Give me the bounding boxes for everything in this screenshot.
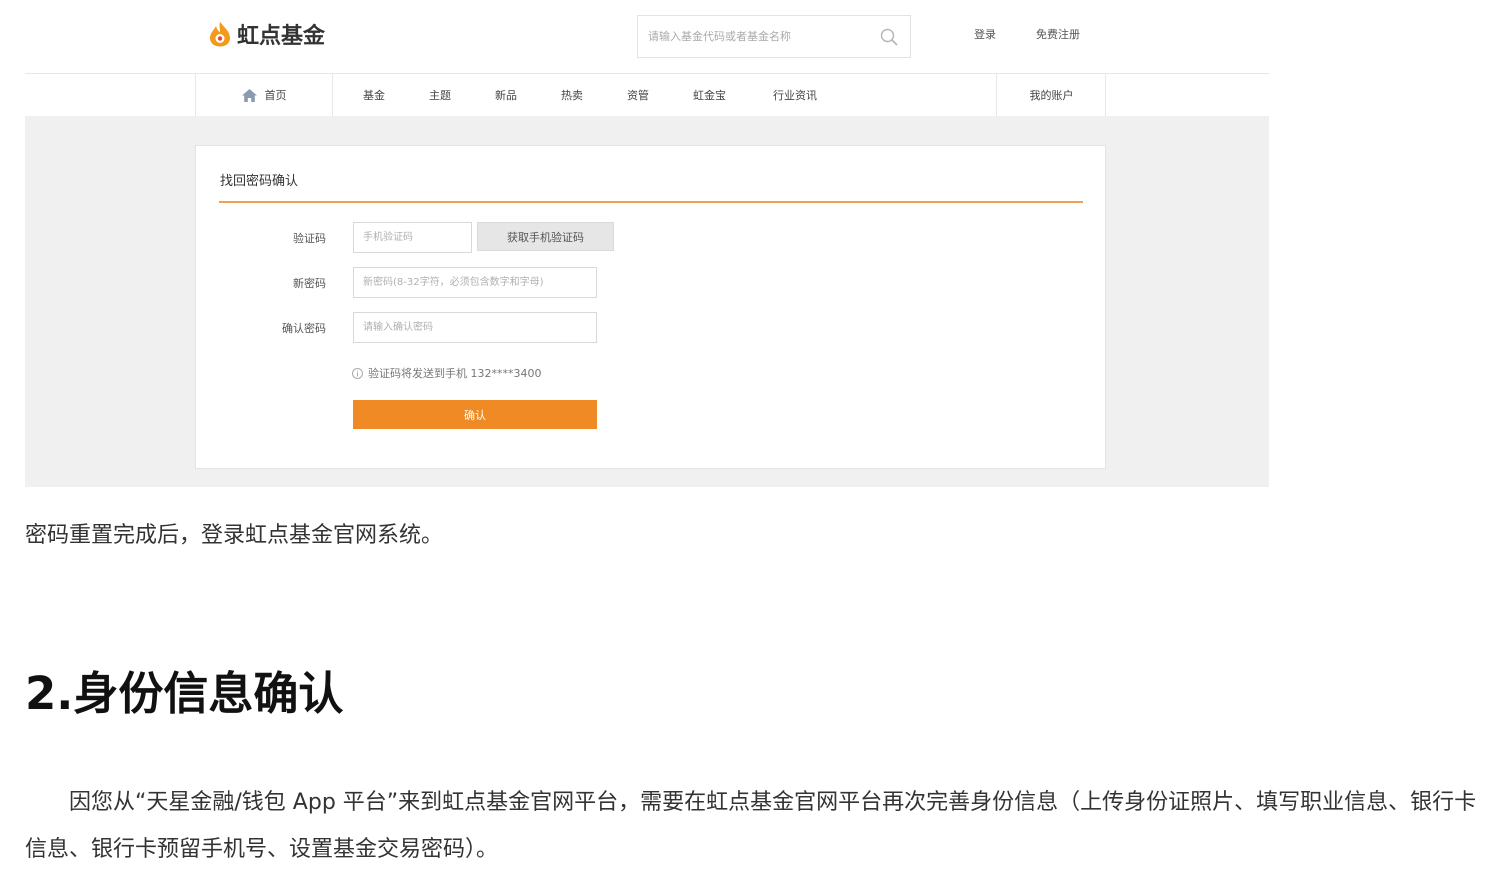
info-icon	[352, 367, 363, 379]
article-paragraph-1: 密码重置完成后，登录虹点基金官网系统。	[25, 523, 444, 548]
nav-item-asset-management[interactable]: 资管	[627, 87, 649, 103]
top-header: 虹点基金 登录 免费注册	[25, 0, 1269, 73]
brand-name: 虹点基金	[237, 24, 326, 49]
login-link[interactable]: 登录	[974, 26, 996, 42]
nav-item-my-account[interactable]: 我的账户	[996, 74, 1106, 116]
new-password-label: 新密码	[293, 277, 326, 290]
code-label: 验证码	[293, 232, 326, 245]
new-password-input[interactable]	[354, 268, 596, 297]
sms-hint-text: 验证码将发送到手机 132****3400	[368, 367, 542, 380]
nav-home-label: 首页	[264, 89, 287, 102]
home-icon	[241, 88, 257, 102]
search-box	[637, 15, 911, 58]
section-heading: 2.身份信息确认	[25, 667, 344, 720]
confirm-password-input[interactable]	[354, 313, 596, 342]
nav-item-home[interactable]: 首页	[196, 74, 333, 116]
search-icon[interactable]	[880, 28, 898, 46]
card-title: 找回密码确认	[220, 174, 299, 189]
website-screenshot: 虹点基金 登录 免费注册 首页 基金 主题 新品 热卖 资管 虹金宝	[25, 0, 1269, 487]
flame-logo-icon	[210, 22, 230, 47]
nav-item-fund[interactable]: 基金	[363, 87, 385, 103]
nav-item-industry-news[interactable]: 行业资讯	[773, 87, 817, 103]
reset-password-card: 找回密码确认 验证码 获取手机验证码 新密码 确认密码 验证码将发送到手机 13…	[195, 145, 1106, 469]
confirm-password-field-wrapper	[353, 312, 597, 343]
nav-item-theme[interactable]: 主题	[429, 87, 451, 103]
nav-item-hongjinbao[interactable]: 虹金宝	[693, 87, 726, 103]
get-sms-code-button[interactable]: 获取手机验证码	[477, 222, 614, 251]
register-link[interactable]: 免费注册	[1036, 26, 1080, 42]
nav-container: 首页 基金 主题 新品 热卖 资管 虹金宝 行业资讯 我的账户	[195, 74, 1106, 116]
nav-item-hot[interactable]: 热卖	[561, 87, 583, 103]
nav-item-new[interactable]: 新品	[495, 87, 517, 103]
article-paragraph-2: 因您从“天星金融/钱包 App 平台”来到虹点基金官网平台，需要在虹点基金官网平…	[25, 790, 1477, 862]
confirm-button[interactable]: 确认	[353, 400, 597, 429]
code-input[interactable]	[354, 223, 471, 252]
main-nav: 首页 基金 主题 新品 热卖 资管 虹金宝 行业资讯 我的账户	[25, 74, 1269, 116]
code-field-wrapper	[353, 222, 472, 253]
confirm-password-label: 确认密码	[282, 322, 326, 335]
search-input[interactable]	[638, 16, 878, 57]
sms-hint: 验证码将发送到手机 132****3400	[352, 365, 542, 381]
new-password-field-wrapper	[353, 267, 597, 298]
brand-logo[interactable]: 虹点基金	[208, 19, 325, 49]
title-underline	[219, 201, 1083, 203]
